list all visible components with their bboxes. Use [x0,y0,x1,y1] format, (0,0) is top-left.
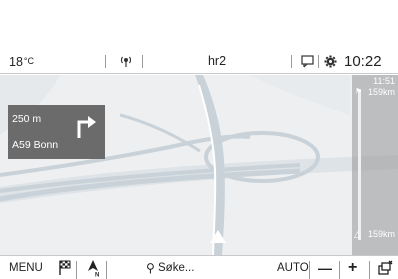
maneuver-road: A59 Bonn [12,139,59,151]
infotainment-screen: 18°C hr2 10:22 250 m A59 Bonn 11:51 ⚑ 15… [0,49,398,279]
eta-time: 11:51 [373,76,395,86]
north-label: N [95,273,99,278]
remaining-distance: 159km [367,229,395,239]
separator [142,55,143,68]
current-position-icon: △ [354,229,361,239]
map-roads [0,75,398,255]
layers-icon[interactable] [377,260,393,276]
separator [106,261,107,279]
separator [76,261,77,279]
route-progress-bar: 11:51 ⚑ 159km △ 159km [352,75,398,255]
audio-source[interactable]: hr2 [197,49,237,74]
menu-button[interactable]: MENU [9,256,43,279]
search-icon[interactable]: ⚲ [146,256,155,279]
search-field[interactable]: Søke... [158,256,228,279]
north-up-icon[interactable]: N [86,259,102,279]
clock: 10:22 [344,53,382,70]
bottom-bar: MENU N ⚲ Søke... AUTO — + [0,255,398,279]
route-progress-line [358,90,361,240]
temperature-unit: °C [23,56,35,66]
separator [291,55,292,68]
separator [309,261,310,279]
auto-zoom-button[interactable]: AUTO [277,256,309,279]
zoom-out-icon[interactable]: — [318,256,332,279]
maneuver-panel[interactable]: 250 m A59 Bonn [8,105,105,159]
eta-distance: 159km [367,87,395,97]
navigation-map[interactable]: 250 m A59 Bonn 11:51 ⚑ 159km △ 159km [0,75,398,255]
separator [318,55,319,68]
destination-flag-icon[interactable] [58,260,72,276]
gear-icon[interactable] [324,49,338,74]
temperature-display: 18°C [9,49,34,74]
status-bar: 18°C hr2 10:22 [0,49,398,74]
separator [339,261,340,279]
radio-icon[interactable] [116,49,136,74]
phone-icon[interactable] [301,49,315,74]
turn-right-icon [77,116,96,138]
separator [369,261,370,279]
separator [105,55,106,68]
destination-flag-icon: ⚑ [355,87,363,96]
temperature-value: 18 [9,55,23,69]
zoom-in-icon[interactable]: + [348,256,357,279]
maneuver-distance: 250 m [12,113,42,125]
